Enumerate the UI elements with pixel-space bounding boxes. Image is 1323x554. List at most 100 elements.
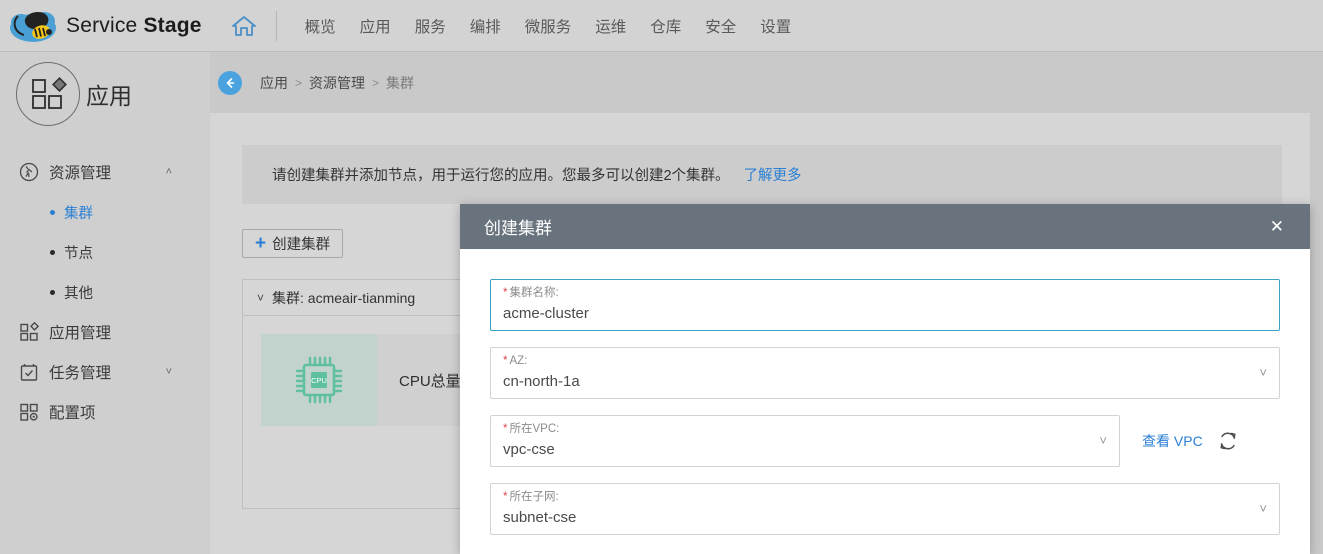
vpc-label: *所在VPC: bbox=[503, 421, 1107, 437]
sidebar-subitem-other[interactable]: 其他 bbox=[0, 272, 210, 312]
sidebar-subitem-node[interactable]: 节点 bbox=[0, 232, 210, 272]
brand-bold: Stage bbox=[143, 14, 201, 37]
servicestage-logo[interactable] bbox=[6, 6, 60, 46]
sidebar-item-resource-management[interactable]: 资源管理 ˄ bbox=[0, 152, 210, 192]
nav-item-0[interactable]: 概览 bbox=[293, 9, 348, 43]
breadcrumb: 应用 > 资源管理 > 集群 bbox=[260, 73, 414, 93]
field-row-vpc: *所在VPC: vpc-cse ˅ 查看 VPC bbox=[490, 415, 1280, 467]
grid-icon bbox=[18, 321, 40, 343]
chevron-down-icon[interactable]: ˅ bbox=[1259, 502, 1267, 515]
breadcrumb-item-2: 集群 bbox=[386, 73, 414, 93]
breadcrumb-separator: > bbox=[295, 76, 302, 90]
required-marker: * bbox=[503, 287, 507, 299]
az-label: *AZ: bbox=[503, 353, 1267, 369]
sidebar-item-task-management[interactable]: 任务管理 ˅ bbox=[0, 352, 210, 392]
brand-light: Service bbox=[66, 14, 143, 37]
view-vpc-link[interactable]: 查看 VPC bbox=[1142, 431, 1203, 451]
nav-item-3[interactable]: 编排 bbox=[458, 9, 513, 43]
az-value: cn-north-1a bbox=[503, 369, 1267, 394]
sidebar-app-badge bbox=[16, 62, 80, 126]
sidebar-item-config-items[interactable]: 配置项 bbox=[0, 392, 210, 432]
nav-item-5[interactable]: 运维 bbox=[583, 9, 638, 43]
notice-banner: 请创建集群并添加节点，用于运行您的应用。您最多可以创建2个集群。 了解更多 bbox=[242, 145, 1282, 204]
sidebar-subitem-label: 节点 bbox=[64, 242, 93, 263]
sidebar-subitem-label: 集群 bbox=[64, 202, 93, 223]
sidebar-subitem-label: 其他 bbox=[64, 282, 93, 303]
grid-gear-icon bbox=[18, 401, 40, 423]
nav-item-8[interactable]: 设置 bbox=[748, 9, 803, 43]
sidebar-subitem-cluster[interactable]: 集群 bbox=[0, 192, 210, 232]
close-icon[interactable]: ✕ bbox=[1264, 214, 1290, 239]
back-button[interactable] bbox=[218, 71, 242, 95]
field-row-subnet: *所在子网: subnet-cse ˅ bbox=[490, 483, 1280, 535]
sidebar-title: 应用 bbox=[86, 77, 132, 111]
label-text: 所在子网: bbox=[509, 491, 558, 503]
vpc-actions: 查看 VPC bbox=[1142, 430, 1239, 452]
nav-item-6[interactable]: 仓库 bbox=[638, 9, 693, 43]
nav-item-4[interactable]: 微服务 bbox=[513, 9, 584, 43]
nav-item-7[interactable]: 安全 bbox=[693, 9, 748, 43]
required-marker: * bbox=[503, 491, 507, 503]
sidebar: 应用 资源管理 ˄ 集群 节点 其他 bbox=[0, 52, 210, 554]
app-grid-icon bbox=[29, 75, 67, 113]
chevron-up-icon[interactable]: ˄ bbox=[166, 167, 172, 178]
learn-more-link[interactable]: 了解更多 bbox=[744, 164, 802, 185]
bullet-icon bbox=[50, 210, 55, 215]
plus-icon: + bbox=[255, 234, 266, 253]
notice-text: 请创建集群并添加节点，用于运行您的应用。您最多可以创建2个集群。 bbox=[272, 164, 730, 185]
vpc-value: vpc-cse bbox=[503, 437, 1107, 462]
breadcrumb-item-1[interactable]: 资源管理 bbox=[309, 73, 365, 93]
bullet-icon bbox=[50, 290, 55, 295]
brand-title: Service Stage bbox=[66, 14, 202, 38]
sidebar-menu: 资源管理 ˄ 集群 节点 其他 应用管理 bbox=[0, 152, 210, 432]
breadcrumb-item-0[interactable]: 应用 bbox=[260, 73, 288, 93]
chevron-down-icon[interactable]: ˅ bbox=[1259, 366, 1267, 379]
breadcrumb-bar: 应用 > 资源管理 > 集群 bbox=[210, 52, 1323, 113]
field-row-cluster-name: *集群名称: acme-cluster bbox=[490, 279, 1280, 331]
label-text: 集群名称: bbox=[509, 287, 558, 299]
chevron-down-icon[interactable]: ˅ bbox=[257, 291, 264, 305]
az-select[interactable]: *AZ: cn-north-1a ˅ bbox=[490, 347, 1280, 399]
sidebar-item-label: 任务管理 bbox=[49, 361, 111, 383]
create-cluster-label: 创建集群 bbox=[272, 233, 330, 254]
main-nav: 概览 应用 服务 编排 微服务 运维 仓库 安全 设置 bbox=[293, 9, 804, 43]
vpc-select[interactable]: *所在VPC: vpc-cse ˅ bbox=[490, 415, 1120, 467]
home-button[interactable] bbox=[224, 6, 264, 46]
cluster-name-value[interactable]: acme-cluster bbox=[503, 301, 1267, 326]
sidebar-item-label: 应用管理 bbox=[49, 321, 111, 343]
required-marker: * bbox=[503, 423, 507, 435]
top-header: Service Stage 概览 应用 服务 编排 微服务 运维 仓库 安全 设… bbox=[0, 0, 1323, 52]
subnet-select[interactable]: *所在子网: subnet-cse ˅ bbox=[490, 483, 1280, 535]
svg-text:CPU: CPU bbox=[311, 376, 327, 385]
cluster-name-field[interactable]: *集群名称: acme-cluster bbox=[490, 279, 1280, 331]
arrow-left-icon bbox=[224, 77, 236, 89]
label-text: AZ: bbox=[509, 355, 527, 367]
bullet-icon bbox=[50, 250, 55, 255]
header-divider bbox=[276, 11, 277, 41]
sidebar-header: 应用 bbox=[0, 52, 210, 136]
content-right-gutter bbox=[1310, 113, 1323, 554]
nav-item-2[interactable]: 服务 bbox=[403, 9, 458, 43]
cpu-icon: CPU bbox=[291, 352, 347, 408]
dialog-header: 创建集群 ✕ bbox=[460, 204, 1310, 249]
sidebar-item-application-management[interactable]: 应用管理 bbox=[0, 312, 210, 352]
chevron-down-icon[interactable]: ˅ bbox=[1099, 434, 1107, 447]
refresh-icon[interactable] bbox=[1217, 430, 1239, 452]
label-text: 所在VPC: bbox=[509, 423, 559, 435]
create-cluster-button[interactable]: + 创建集群 bbox=[242, 229, 343, 258]
chevron-down-icon[interactable]: ˅ bbox=[166, 367, 172, 378]
cpu-icon-box: CPU bbox=[261, 334, 377, 426]
field-row-az: *AZ: cn-north-1a ˅ bbox=[490, 347, 1280, 399]
subnet-label: *所在子网: bbox=[503, 489, 1267, 505]
required-marker: * bbox=[503, 355, 507, 367]
breadcrumb-separator: > bbox=[372, 76, 379, 90]
dialog-body: *集群名称: acme-cluster *AZ: cn-north-1a ˅ *… bbox=[460, 249, 1310, 535]
calendar-check-icon bbox=[18, 361, 40, 383]
cluster-card-title: 集群: acmeair-tianming bbox=[272, 288, 415, 308]
sidebar-item-label: 资源管理 bbox=[49, 161, 111, 183]
resource-icon bbox=[18, 161, 40, 183]
cluster-name-label: *集群名称: bbox=[503, 285, 1267, 301]
bee-cloud-logo-icon bbox=[8, 8, 58, 44]
nav-item-1[interactable]: 应用 bbox=[348, 9, 403, 43]
create-cluster-dialog: 创建集群 ✕ *集群名称: acme-cluster *AZ: cn-north… bbox=[460, 204, 1310, 554]
